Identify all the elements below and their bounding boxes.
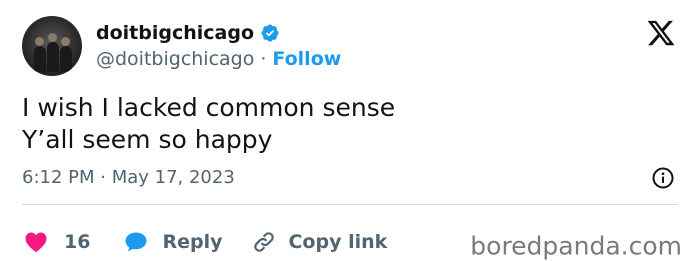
avatar[interactable]: [22, 16, 82, 76]
link-icon: [252, 230, 276, 254]
reply-label: Reply: [162, 231, 223, 253]
heart-icon: [24, 231, 48, 253]
avatar-figure: [60, 46, 72, 72]
author-name-row: doitbigchicago: [96, 22, 280, 44]
avatar-figure: [47, 42, 59, 72]
avatar-figure-head: [35, 37, 44, 46]
avatar-figure: [34, 46, 46, 72]
divider: [22, 204, 678, 205]
watermark: boredpanda.com: [470, 231, 682, 261]
avatar-figure-head: [48, 33, 57, 42]
copy-link-button[interactable]: Copy link: [252, 230, 387, 254]
info-icon[interactable]: [651, 166, 675, 190]
tweet-text: I wish I lacked common sense Y’all seem …: [22, 93, 396, 154]
copy-link-label: Copy link: [288, 231, 388, 253]
separator-dot: ·: [260, 48, 267, 70]
author-display-name[interactable]: doitbigchicago: [96, 22, 254, 44]
action-bar: 16 Reply Copy link: [24, 230, 387, 254]
like-count: 16: [64, 231, 91, 253]
x-logo-icon[interactable]: [646, 18, 676, 48]
tweet-timestamp[interactable]: 6:12 PM · May 17, 2023: [22, 167, 235, 188]
author-handle[interactable]: @doitbigchicago: [96, 48, 254, 70]
follow-button[interactable]: Follow: [272, 48, 341, 70]
reply-button[interactable]: Reply: [124, 231, 222, 253]
verified-badge-icon: [260, 23, 280, 43]
speech-bubble-icon: [124, 231, 148, 253]
like-button[interactable]: 16: [24, 231, 90, 253]
author-handle-row: @doitbigchicago · Follow: [96, 48, 341, 70]
avatar-figure-head: [61, 37, 70, 46]
